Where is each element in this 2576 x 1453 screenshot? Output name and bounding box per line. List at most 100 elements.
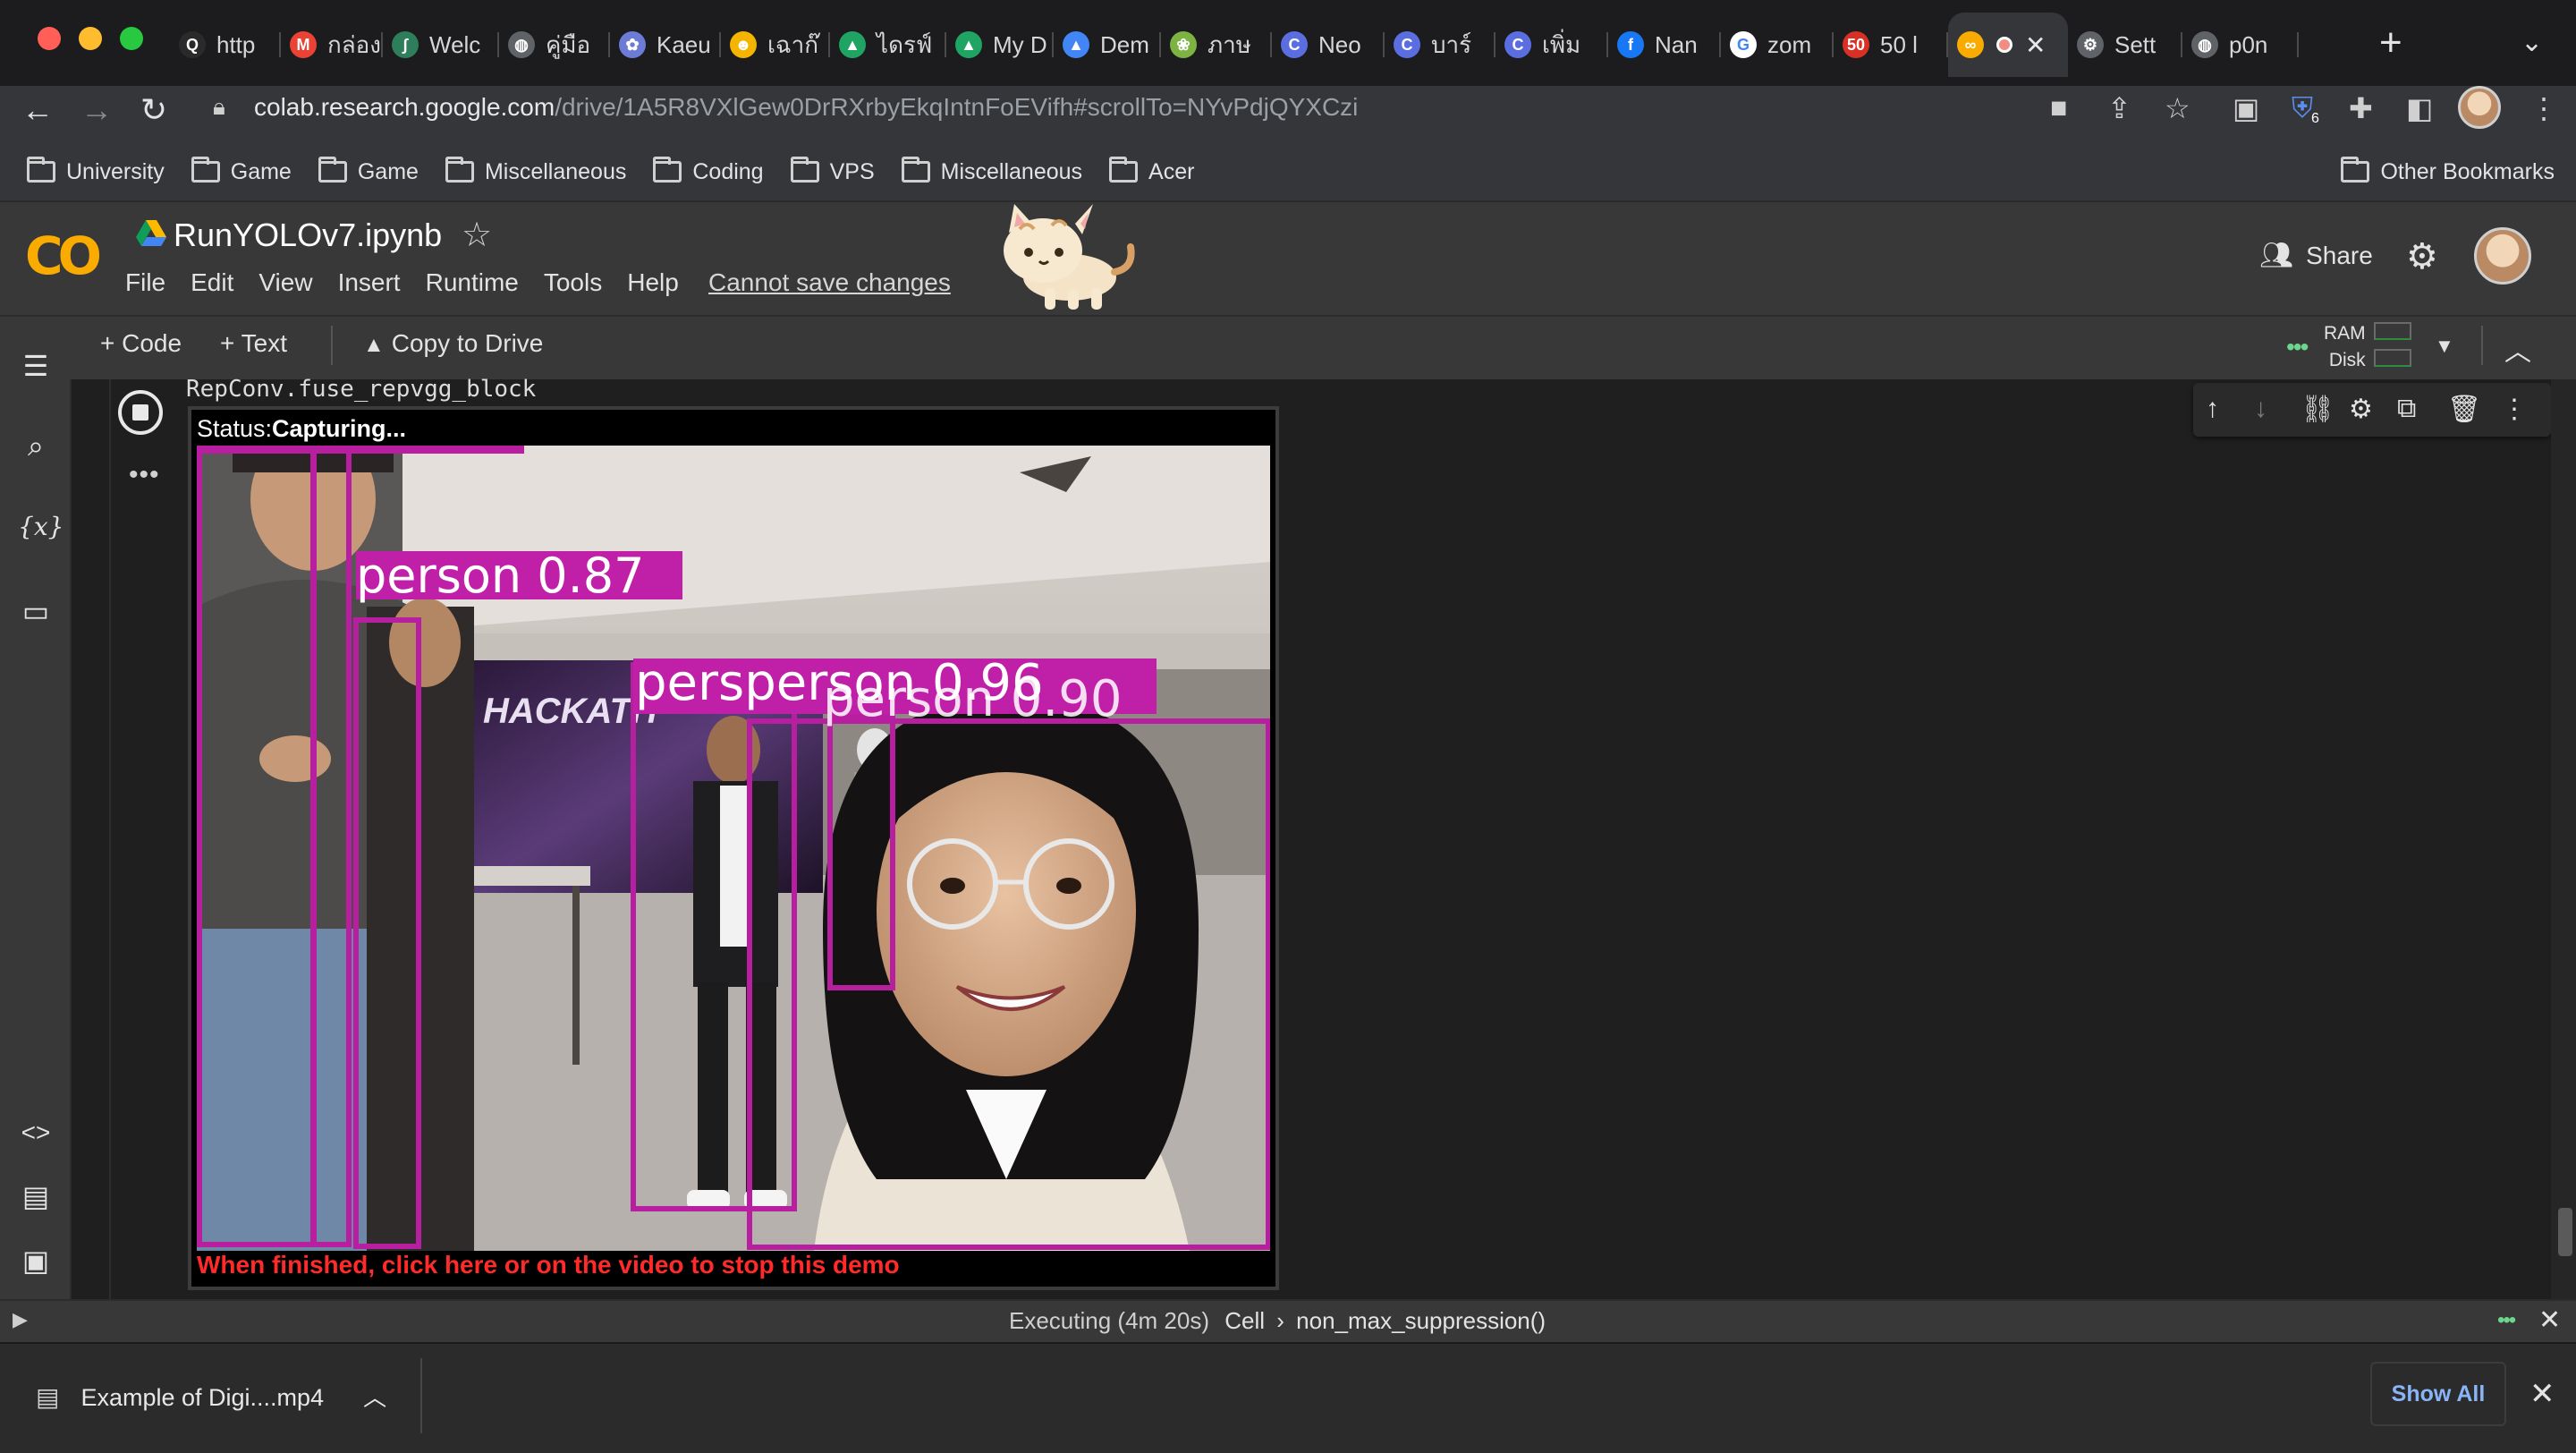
close-shelf-icon[interactable]: ✕ [2529, 1376, 2555, 1412]
move-cell-up-icon[interactable]: ↑ [2206, 394, 2219, 424]
account-avatar[interactable] [2474, 227, 2531, 285]
notebook-title[interactable]: RunYOLOv7.ipynb [174, 217, 442, 254]
status-dots-icon[interactable]: ••• [2497, 1308, 2516, 1333]
profile-avatar[interactable] [2458, 86, 2501, 129]
bookmark-folder[interactable]: Acer [1109, 157, 1194, 185]
browser-tab[interactable]: M กล่อง [281, 13, 383, 77]
c-icon: C [1394, 31, 1420, 58]
bookmark-folder[interactable]: Game [191, 157, 292, 185]
back-arrow-icon[interactable]: ← [18, 91, 57, 129]
tab-search-chevron-icon[interactable]: ⌄ [2521, 27, 2543, 58]
close-status-icon[interactable]: ✕ [2538, 1304, 2561, 1336]
browser-tab[interactable]: ◍ p0n [2182, 13, 2299, 77]
command-palette-icon[interactable]: ▤ [18, 1179, 54, 1213]
bookmark-folder[interactable]: University [27, 157, 165, 185]
new-tab-button[interactable]: + [2379, 23, 2402, 63]
lock-icon[interactable]: 🔒︎ [213, 93, 225, 122]
stop-demo-link[interactable]: When finished, click here or on the vide… [197, 1251, 900, 1279]
settings-gear-icon[interactable]: ⚙ [2406, 236, 2438, 277]
bookmark-folder[interactable]: Game [318, 157, 419, 185]
browser-tab[interactable]: ☻ เฉาก๊ [721, 13, 830, 77]
browser-tab[interactable]: ◍ คู่มือ [499, 13, 610, 77]
browser-tab[interactable]: C เพิ่ม [1496, 13, 1608, 77]
menu-insert[interactable]: Insert [338, 268, 401, 297]
browser-tab[interactable]: ✿ Kaeu [610, 13, 721, 77]
browser-tab[interactable]: Gzom [1721, 13, 1834, 77]
close-window-button[interactable] [38, 27, 61, 50]
cell-more-options-icon[interactable]: ••• [129, 460, 160, 490]
bookmark-folder[interactable]: Coding [653, 157, 764, 185]
resource-monitor[interactable]: RAM Disk [2324, 320, 2366, 374]
files-folder-icon[interactable]: ▭ [18, 594, 54, 628]
colab-logo[interactable]: CO [25, 225, 102, 286]
menu-edit[interactable]: Edit [191, 268, 233, 297]
browser-tab[interactable]: ❀ ภาษ [1161, 13, 1272, 77]
bookmark-label: Coding [692, 158, 764, 184]
add-code-button[interactable]: + Code [100, 329, 182, 358]
browser-tab[interactable]: C Neo [1272, 13, 1385, 77]
browser-tab[interactable]: ∞ ✕ [1948, 13, 2068, 77]
bookmark-folder[interactable]: Miscellaneous [901, 157, 1082, 185]
delete-cell-icon[interactable]: 🗑︎ [2447, 394, 2481, 425]
browser-tab[interactable]: ∫ Welc [383, 13, 499, 77]
browser-tab[interactable]: ⚙ Sett [2068, 13, 2182, 77]
cell-more-icon[interactable]: ⋮ [2501, 394, 2528, 425]
browser-tab[interactable]: ▲ ไดรฟ์ [830, 13, 946, 77]
menu-file[interactable]: File [125, 268, 165, 297]
add-text-button[interactable]: + Text [220, 329, 287, 358]
connect-dropdown-chevron-icon[interactable]: ▼ [2435, 335, 2454, 358]
camera-icon[interactable]: ■ [2050, 91, 2067, 124]
sidebar-icon[interactable]: ◧ [2406, 91, 2433, 125]
browser-tab[interactable]: ▲ My D [946, 13, 1054, 77]
reload-icon[interactable]: ↻ [134, 91, 174, 129]
collapse-header-chevron-icon[interactable]: ︿ [2504, 329, 2531, 369]
variables-icon[interactable]: {x} [18, 512, 64, 541]
other-bookmarks[interactable]: Other Bookmarks [2341, 157, 2555, 185]
colab-icon: ∞ [1957, 31, 1984, 58]
browser-tab[interactable]: 50 50 l [1834, 13, 1948, 77]
browser-tab[interactable]: f Nan [1608, 13, 1721, 77]
star-notebook-icon[interactable]: ☆ [462, 215, 492, 255]
url-text[interactable]: colab.research.google.com/drive/1A5R8VXl… [254, 93, 1358, 122]
search-icon[interactable]: ⌕ [18, 429, 54, 463]
show-all-button[interactable]: Show All [2370, 1362, 2506, 1426]
table-of-contents-icon[interactable]: ☰ [18, 349, 54, 383]
link-icon[interactable]: ⛓ [2301, 394, 2334, 425]
notebook-scrollbar[interactable] [2551, 379, 2576, 1299]
stop-cell-button[interactable] [118, 390, 163, 435]
maximize-window-button[interactable] [120, 27, 143, 50]
share-page-icon[interactable]: ⇪ [2107, 91, 2131, 125]
browser-tab[interactable]: C บาร์ [1385, 13, 1496, 77]
cannot-save-link[interactable]: Cannot save changes [708, 268, 951, 297]
expand-status-icon[interactable]: ▶ [13, 1308, 28, 1331]
copy-to-drive-button[interactable]: ▲ Copy to Drive [363, 329, 543, 358]
puzzle-extensions-icon[interactable]: ✚ [2349, 91, 2373, 125]
minimize-window-button[interactable] [79, 27, 102, 50]
webcam-video[interactable]: HACKATH person 0.87 person 0.90 perspers… [197, 446, 1270, 1251]
menu-view[interactable]: View [258, 268, 312, 297]
browser-menu-icon[interactable]: ⋮ [2529, 91, 2558, 125]
menu-runtime[interactable]: Runtime [426, 268, 519, 297]
mirror-cell-icon[interactable]: ⧉ [2397, 394, 2416, 424]
share-button[interactable]: 👥︎ Share [2259, 240, 2373, 271]
scrollbar-thumb[interactable] [2558, 1208, 2572, 1256]
close-tab-icon[interactable]: ✕ [2025, 30, 2046, 60]
move-cell-down-icon[interactable]: ↓ [2254, 394, 2267, 424]
browser-tab[interactable]: Qhttp [170, 13, 281, 77]
browser-tab[interactable]: ▲ Dem [1054, 13, 1161, 77]
menu-tools[interactable]: Tools [544, 268, 602, 297]
bookmark-folder[interactable]: Miscellaneous [445, 157, 626, 185]
picture-in-picture-icon[interactable]: ▣ [2233, 91, 2259, 125]
menu-help[interactable]: Help [627, 268, 679, 297]
terminal-icon[interactable]: ▣ [18, 1244, 54, 1278]
cat-mascot-image [1004, 204, 1135, 310]
bookmark-star-icon[interactable]: ☆ [2165, 91, 2190, 125]
code-snippets-icon[interactable]: <> [18, 1118, 54, 1147]
extension-shield-icon[interactable]: ⛨ 6 [2292, 91, 2319, 126]
execution-status[interactable]: Executing (4m 20s) Cell › non_max_suppre… [1009, 1307, 1546, 1335]
download-item[interactable]: ▤ Example of Digi....mp4 ︿ [36, 1380, 386, 1413]
bookmark-folder[interactable]: VPS [790, 157, 875, 185]
chevron-up-icon[interactable]: ︿ [363, 1384, 386, 1411]
forward-arrow-icon[interactable]: → [77, 91, 116, 129]
cell-settings-icon[interactable]: ⚙ [2349, 394, 2373, 425]
